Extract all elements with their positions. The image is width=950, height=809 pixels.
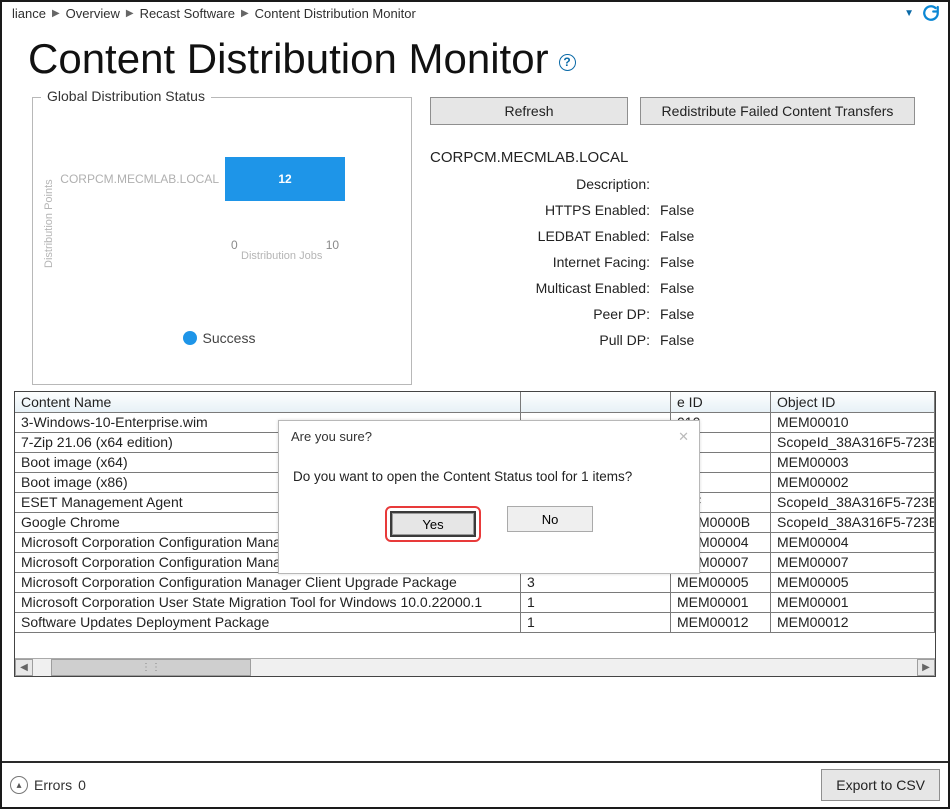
global-distribution-status-panel: Global Distribution Status Distribution … xyxy=(32,97,412,385)
close-icon[interactable]: ✕ xyxy=(678,429,689,445)
export-csv-button[interactable]: Export to CSV xyxy=(821,769,940,801)
legend-success-label: Success xyxy=(203,330,256,346)
confirm-dialog: Are you sure? ✕ Do you want to open the … xyxy=(278,420,700,574)
dialog-no-button[interactable]: No xyxy=(507,506,593,532)
detail-value: False xyxy=(660,202,932,218)
refresh-icon[interactable] xyxy=(922,4,940,22)
detail-key: Pull DP: xyxy=(430,332,660,348)
cell-package-id: MEM00001 xyxy=(671,593,771,613)
col-header-package-id[interactable]: e ID xyxy=(671,392,771,413)
cell-object-id: MEM00010 xyxy=(771,413,935,433)
cell-object-id: MEM00004 xyxy=(771,533,935,553)
cell-count: 1 xyxy=(521,613,671,633)
detail-value: False xyxy=(660,332,932,348)
detail-value: False xyxy=(660,228,932,244)
chart-x-tick: 10 xyxy=(326,238,339,252)
cell-count: 3 xyxy=(521,573,671,593)
errors-label: Errors xyxy=(34,777,72,793)
redistribute-failed-button[interactable]: Redistribute Failed Content Transfers xyxy=(640,97,915,125)
chart-bar-success[interactable]: 12 xyxy=(225,157,345,201)
breadcrumb: liance ▶ Overview ▶ Recast Software ▶ Co… xyxy=(2,2,948,25)
table-row[interactable]: Microsoft Corporation User State Migrati… xyxy=(15,593,935,613)
chevron-right-icon: ▶ xyxy=(52,8,60,19)
detail-key: Internet Facing: xyxy=(430,254,660,270)
cell-content-name: Microsoft Corporation Configuration Mana… xyxy=(15,573,521,593)
cell-object-id: MEM00007 xyxy=(771,553,935,573)
legend-success-dot-icon xyxy=(183,331,197,345)
cell-object-id: ScopeId_38A316F5-723E-42A xyxy=(771,493,935,513)
scrollbar-thumb[interactable]: ⋮⋮ xyxy=(51,659,251,676)
col-header-object-id[interactable]: Object ID xyxy=(771,392,935,413)
cell-object-id: MEM00005 xyxy=(771,573,935,593)
detail-key: Description: xyxy=(430,176,660,192)
chevron-right-icon: ▶ xyxy=(126,8,134,19)
detail-value: False xyxy=(660,280,932,296)
breadcrumb-item[interactable]: Content Distribution Monitor xyxy=(255,6,416,21)
chart-x-tick: 0 xyxy=(231,238,238,252)
panel-legend: Global Distribution Status xyxy=(41,88,211,104)
chart-y-axis-label: Distribution Points xyxy=(41,124,55,324)
cell-content-name: Microsoft Corporation User State Migrati… xyxy=(15,593,521,613)
errors-toggle[interactable]: ▴ Errors 0 xyxy=(10,776,86,794)
help-icon[interactable]: ? xyxy=(559,54,576,71)
cell-object-id: MEM00002 xyxy=(771,473,935,493)
chevron-up-icon: ▴ xyxy=(10,776,28,794)
footer: ▴ Errors 0 Export to CSV xyxy=(2,761,948,807)
detail-value: False xyxy=(660,254,932,270)
table-row[interactable]: Software Updates Deployment Package1MEM0… xyxy=(15,613,935,633)
breadcrumb-item[interactable]: Overview xyxy=(66,6,120,21)
details-hostname: CORPCM.MECMLAB.LOCAL xyxy=(430,149,932,166)
refresh-button[interactable]: Refresh xyxy=(430,97,628,125)
table-row[interactable]: Microsoft Corporation Configuration Mana… xyxy=(15,573,935,593)
detail-value: False xyxy=(660,306,932,322)
cell-package-id: MEM00012 xyxy=(671,613,771,633)
cell-content-name: Software Updates Deployment Package xyxy=(15,613,521,633)
scroll-right-icon[interactable]: ▶ xyxy=(917,659,935,676)
chevron-right-icon: ▶ xyxy=(241,8,249,19)
errors-count: 0 xyxy=(78,777,86,793)
dialog-title: Are you sure? xyxy=(291,429,372,445)
detail-key: Multicast Enabled: xyxy=(430,280,660,296)
chart-x-axis-label: Distribution Jobs xyxy=(241,250,397,262)
detail-key: LEDBAT Enabled: xyxy=(430,228,660,244)
details-grid: Description: HTTPS Enabled:False LEDBAT … xyxy=(430,176,932,348)
cell-object-id: MEM00012 xyxy=(771,613,935,633)
breadcrumb-item[interactable]: Recast Software xyxy=(140,6,235,21)
cell-package-id: MEM00005 xyxy=(671,573,771,593)
dialog-yes-button[interactable]: Yes xyxy=(390,511,476,537)
cell-count: 1 xyxy=(521,593,671,613)
detail-key: Peer DP: xyxy=(430,306,660,322)
cell-object-id: MEM00001 xyxy=(771,593,935,613)
chart-category-label: CORPCM.MECMLAB.LOCAL xyxy=(55,172,225,186)
breadcrumb-item[interactable]: liance xyxy=(12,6,46,21)
table-header-row: Content Name e ID Object ID xyxy=(15,392,935,413)
scroll-left-icon[interactable]: ◀ xyxy=(15,659,33,676)
dialog-message: Do you want to open the Content Status t… xyxy=(279,449,699,484)
detail-value xyxy=(660,176,932,192)
detail-key: HTTPS Enabled: xyxy=(430,202,660,218)
cell-object-id: ScopeId_38A316F5-723E-42A xyxy=(771,433,935,453)
cell-object-id: ScopeId_38A316F5-723E-42A xyxy=(771,513,935,533)
cell-object-id: MEM00003 xyxy=(771,453,935,473)
page-title: Content Distribution Monitor xyxy=(28,35,549,83)
dropdown-icon[interactable]: ▼ xyxy=(904,8,914,19)
horizontal-scrollbar[interactable]: ◀ ⋮⋮ ▶ xyxy=(15,658,935,676)
col-header-content-name[interactable]: Content Name xyxy=(15,392,521,413)
col-header-count[interactable] xyxy=(521,392,671,413)
